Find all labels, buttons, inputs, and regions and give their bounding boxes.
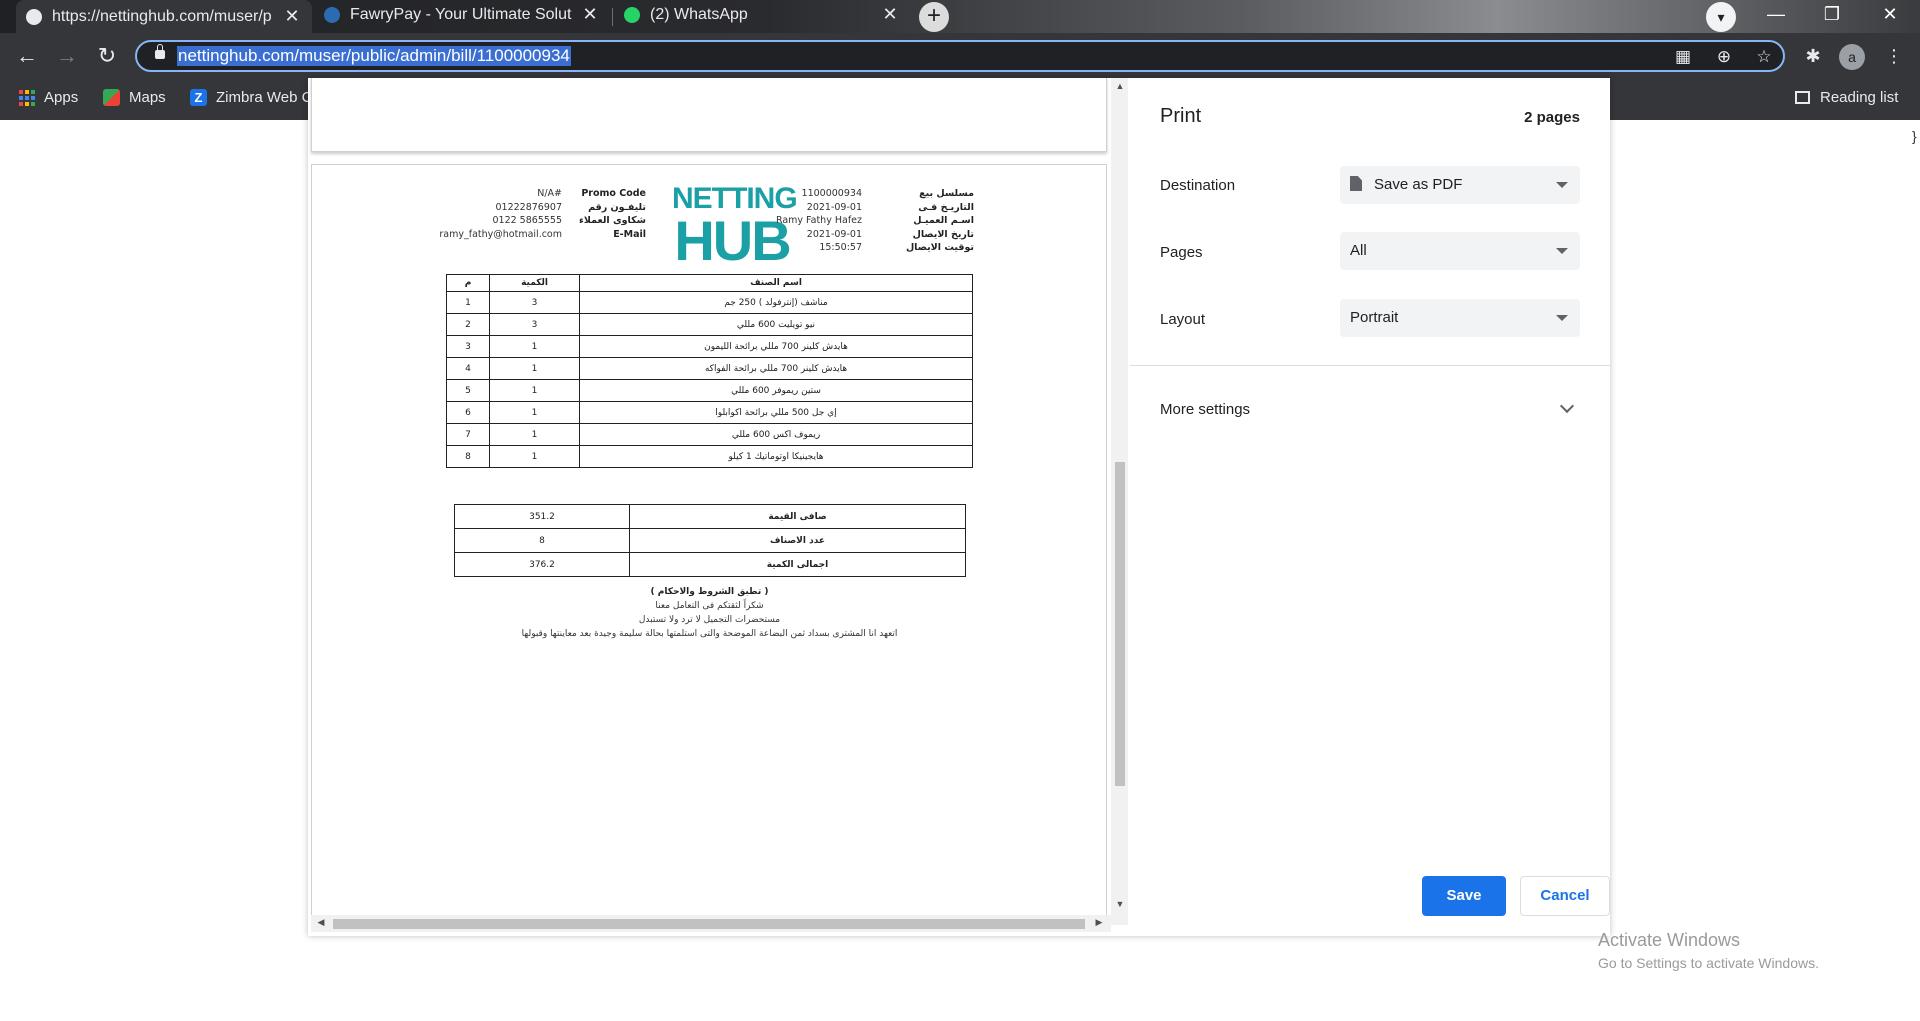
globe-icon bbox=[26, 8, 42, 25]
bookmark-maps[interactable]: Maps bbox=[103, 89, 166, 106]
scrollbar-thumb[interactable] bbox=[1115, 462, 1125, 786]
reading-list-button[interactable]: Reading list bbox=[1795, 89, 1898, 106]
print-preview[interactable]: NETTING HUB 1100000934 2021-09-01 Ramy F… bbox=[308, 78, 1128, 936]
tab-title: FawryPay - Your Ultimate Solutio bbox=[350, 5, 572, 23]
vertical-scrollbar[interactable]: ▲ ▼ bbox=[1111, 78, 1128, 925]
whatsapp-icon bbox=[624, 6, 640, 23]
scroll-left-arrow[interactable]: ◀ bbox=[315, 917, 327, 928]
close-tab-icon[interactable]: ✕ bbox=[880, 4, 900, 25]
bookmark-zimbra[interactable]: Z Zimbra Web C bbox=[190, 89, 312, 106]
summary-row: 376.2 اجمالى الكمية bbox=[454, 552, 966, 577]
zimbra-icon: Z bbox=[190, 89, 207, 106]
bill-labels: مسلسل بيع التاريـخ فـى اسـم العميـل تاري… bbox=[905, 188, 974, 253]
table-row: 5 1 ستين ريموفر 600 مللي bbox=[446, 379, 973, 402]
close-window-button[interactable]: ✕ bbox=[1862, 0, 1918, 30]
horizontal-scrollbar[interactable]: ◀ ▶ bbox=[311, 915, 1111, 932]
tab-nettinghub[interactable]: https://nettinghub.com/muser/p ✕ bbox=[16, 0, 312, 33]
restore-button[interactable]: ❐ bbox=[1804, 0, 1860, 30]
save-button[interactable]: Save bbox=[1422, 876, 1506, 916]
tab-whatsapp[interactable]: (2) WhatsApp ✕ bbox=[614, 0, 910, 29]
cancel-button[interactable]: Cancel bbox=[1520, 876, 1610, 916]
col-num: م bbox=[446, 274, 490, 292]
pages-select[interactable]: All bbox=[1340, 232, 1580, 270]
profile-avatar[interactable]: a bbox=[1839, 44, 1865, 70]
scroll-right-arrow[interactable]: ▶ bbox=[1093, 917, 1105, 928]
scroll-down-arrow[interactable]: ▼ bbox=[1114, 899, 1126, 911]
install-app-icon[interactable]: ▦ bbox=[1672, 46, 1694, 68]
table-row: 8 1 هايجينيكا اوتوماتيك 1 كيلو bbox=[446, 445, 973, 468]
page-count: 2 pages bbox=[1524, 109, 1580, 126]
tab-strip: https://nettinghub.com/muser/p ✕ FawryPa… bbox=[0, 0, 1920, 33]
chevron-down-icon bbox=[1556, 248, 1568, 254]
back-button[interactable]: ← bbox=[12, 41, 42, 71]
terms-text: ( تطبق الشروط والاحكام ) شكراً لثقتكم فى… bbox=[521, 587, 898, 639]
fawrypay-icon bbox=[324, 6, 340, 23]
tab-fawrypay[interactable]: FawryPay - Your Ultimate Solutio ✕ bbox=[314, 0, 610, 29]
close-tab-icon[interactable]: ✕ bbox=[580, 4, 600, 25]
table-row: 7 1 ريموف اكس 600 مللي bbox=[446, 423, 973, 446]
preview-page-1 bbox=[311, 78, 1107, 152]
table-row: 6 1 إي جل 500 مللي برائحة اكوابلوا bbox=[446, 401, 973, 424]
preview-page-2: NETTING HUB 1100000934 2021-09-01 Ramy F… bbox=[311, 164, 1107, 926]
reading-list-label: Reading list bbox=[1820, 89, 1899, 106]
contact-labels: Promo Code تليفـون رقم شكاوى العملاء E-M… bbox=[579, 188, 646, 240]
summary-table: 351.2 صافى القيمة 8 عدد الاصناف 376.2 اجمال… bbox=[454, 504, 966, 577]
table-row: 3 1 هايدش كلينر 700 مللي برائحة الليمون bbox=[446, 335, 973, 358]
reading-list-icon bbox=[1795, 91, 1810, 104]
apps-grid-icon bbox=[19, 89, 35, 106]
layout-label: Layout bbox=[1160, 311, 1206, 328]
table-row: 4 1 هايدش كلينر 700 مللي برائحة الفواكه bbox=[446, 357, 973, 380]
bookmark-apps[interactable]: Apps bbox=[19, 89, 78, 106]
bookmark-star-icon[interactable]: ☆ bbox=[1753, 46, 1775, 68]
activate-windows-watermark: Activate Windows Go to Settings to activ… bbox=[1598, 930, 1819, 971]
table-header-row: م الكمية اسم الصنف bbox=[446, 274, 973, 292]
bookmark-label: Apps bbox=[44, 89, 79, 106]
more-settings-toggle[interactable]: More settings bbox=[1160, 401, 1250, 418]
contact-values: N/A# 01222876907 0122 5865555 ramy_fathy… bbox=[439, 188, 562, 240]
page-background-text: } bbox=[1912, 128, 1917, 144]
tab-separator bbox=[612, 8, 613, 26]
table-row: 2 3 نيو تويليت 600 مللي bbox=[446, 313, 973, 336]
print-title: Print bbox=[1160, 105, 1202, 127]
menu-kebab-icon[interactable]: ⋮ bbox=[1880, 42, 1908, 70]
minimize-button[interactable]: — bbox=[1748, 0, 1804, 30]
col-name: اسم الصنف bbox=[579, 274, 973, 292]
url-text[interactable]: nettinghub.com/muser/public/admin/bill/1… bbox=[177, 46, 571, 66]
bookmark-label: Zimbra Web C bbox=[216, 89, 313, 106]
scroll-up-arrow[interactable]: ▲ bbox=[1114, 81, 1126, 93]
tab-title: (2) WhatsApp bbox=[650, 5, 748, 23]
tab-title: https://nettinghub.com/muser/p bbox=[52, 7, 272, 25]
col-qty: الكمية bbox=[489, 274, 580, 292]
address-bar[interactable]: nettinghub.com/muser/public/admin/bill/1… bbox=[135, 40, 1785, 72]
pages-label: Pages bbox=[1160, 244, 1203, 261]
tab-search-icon[interactable]: ▾ bbox=[1706, 2, 1736, 32]
expand-chevron-icon[interactable] bbox=[1559, 398, 1575, 414]
bookmark-label: Maps bbox=[129, 89, 166, 106]
extensions-icon[interactable]: ✱ bbox=[1799, 42, 1827, 70]
browser-toolbar: ← → ↻ nettinghub.com/muser/public/admin/… bbox=[0, 33, 1920, 79]
print-dialog: NETTING HUB 1100000934 2021-09-01 Ramy F… bbox=[308, 78, 1610, 936]
settings-divider bbox=[1130, 365, 1610, 366]
bill-values: 1100000934 2021-09-01 Ramy Fathy Hafez 2… bbox=[775, 188, 862, 253]
lock-icon[interactable] bbox=[155, 44, 165, 59]
chevron-down-icon bbox=[1556, 182, 1568, 188]
summary-row: 8 عدد الاصناف bbox=[454, 528, 966, 553]
zoom-icon[interactable]: ⊕ bbox=[1713, 46, 1735, 68]
reload-button[interactable]: ↻ bbox=[92, 41, 122, 71]
close-tab-icon[interactable]: ✕ bbox=[282, 6, 302, 27]
layout-select[interactable]: Portrait bbox=[1340, 299, 1580, 337]
summary-row: 351.2 صافى القيمة bbox=[454, 504, 966, 529]
chevron-down-icon bbox=[1556, 315, 1568, 321]
items-table: م الكمية اسم الصنف 1 3 مناشف (إنترفولد ) 2… bbox=[446, 274, 973, 468]
print-settings-panel: Print 2 pages Destination Save as PDF Pa… bbox=[1130, 78, 1610, 936]
forward-button[interactable]: → bbox=[52, 41, 82, 71]
new-tab-button[interactable]: + bbox=[919, 2, 949, 32]
maps-icon bbox=[103, 89, 120, 106]
destination-label: Destination bbox=[1160, 177, 1236, 194]
document-icon bbox=[1350, 176, 1362, 191]
destination-select[interactable]: Save as PDF bbox=[1340, 166, 1580, 204]
table-row: 1 3 مناشف (إنترفولد ) 250 جم bbox=[446, 291, 973, 314]
scrollbar-thumb[interactable] bbox=[333, 919, 1085, 929]
